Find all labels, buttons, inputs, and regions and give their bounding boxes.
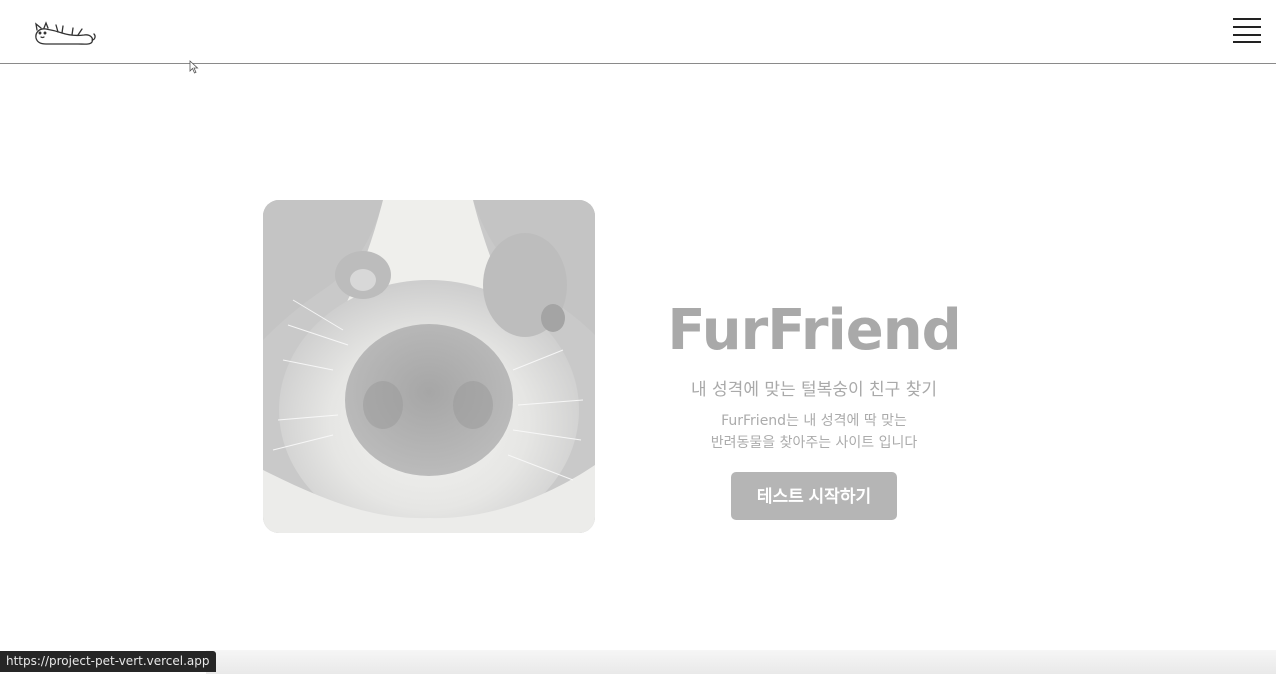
hero-text-block: FurFriend 내 성격에 맞는 털복숭이 친구 찾기 FurFriend는… xyxy=(640,296,988,520)
hero-title: FurFriend xyxy=(667,298,961,363)
hero-subtitle: 내 성격에 맞는 털복숭이 친구 찾기 xyxy=(691,380,937,400)
link-status-bar: https://project-pet-vert.vercel.app xyxy=(0,651,216,672)
site-header xyxy=(0,0,1276,64)
site-logo-icon[interactable] xyxy=(32,16,96,48)
mouse-cursor-icon xyxy=(189,60,199,74)
hero-description: FurFriend는 내 성격에 딱 맞는 반려동물을 찾아주는 사이트 입니다 xyxy=(640,410,988,454)
hero-description-line-2: 반려동물을 찾아주는 사이트 입니다 xyxy=(710,435,918,451)
next-section-edge xyxy=(206,650,1276,674)
start-test-button[interactable]: 테스트 시작하기 xyxy=(731,472,897,520)
hamburger-menu-icon[interactable] xyxy=(1233,18,1261,44)
hero-dog-image xyxy=(263,200,595,533)
hero-description-line-1: FurFriend는 내 성격에 딱 맞는 xyxy=(721,413,907,429)
